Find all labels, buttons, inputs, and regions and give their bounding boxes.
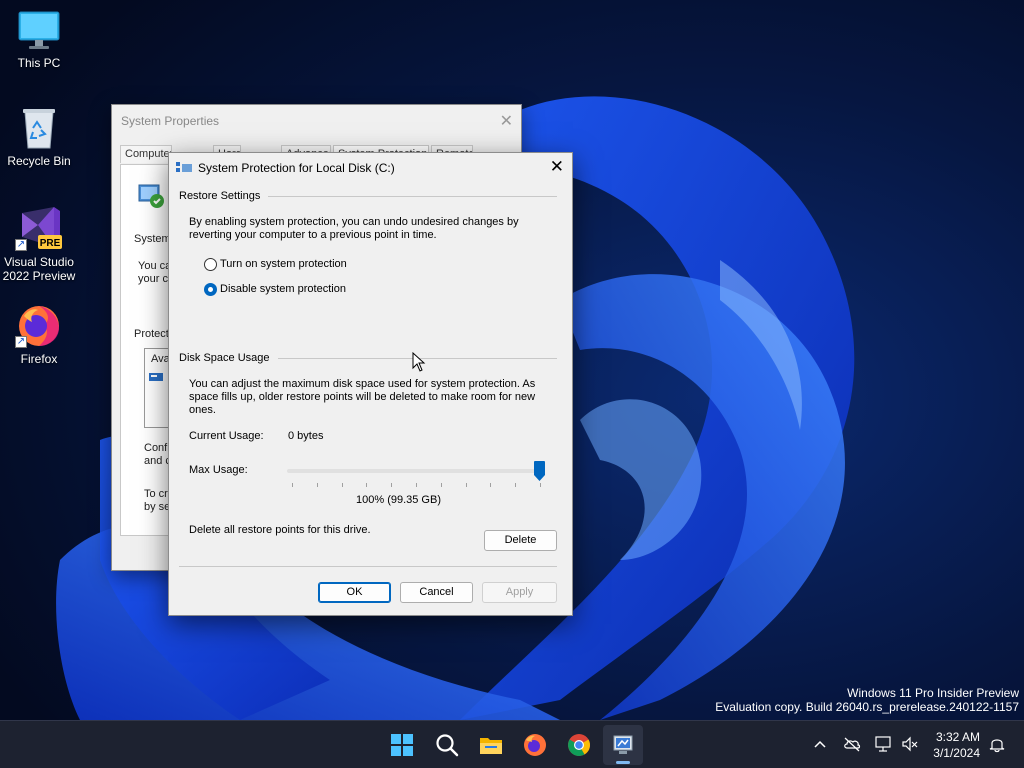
close-button[interactable]: ✕ [550, 157, 564, 177]
section-heading: System [134, 233, 170, 245]
firefox-icon [524, 734, 546, 756]
monitor-icon [18, 11, 60, 49]
start-button[interactable] [382, 725, 422, 765]
restore-description: By enabling system protection, you can u… [189, 216, 519, 241]
max-usage-slider-thumb[interactable] [534, 461, 545, 481]
footer-divider [179, 566, 557, 567]
max-usage-slider-track[interactable] [287, 469, 545, 473]
current-usage-value: 0 bytes [288, 430, 324, 442]
desktop-icon-recycle-bin[interactable]: Recycle Bin [1, 106, 77, 168]
chevron-up-icon[interactable] [814, 739, 826, 749]
create-text: To cr [144, 488, 168, 500]
configure-text: and c [144, 455, 170, 467]
recycle-bin-icon [23, 109, 55, 149]
radio-label: Turn on system protection [220, 258, 347, 270]
preview-badge: PRE [39, 238, 61, 249]
slider-tick [292, 483, 293, 487]
restore-settings-heading: Restore Settings [179, 190, 269, 202]
slider-tick [540, 483, 541, 487]
watermark-build: Evaluation copy. Build 26040.rs_prerelea… [715, 700, 1019, 714]
slider-tick [490, 483, 492, 487]
desktop-icon-this-pc[interactable]: This PC [1, 10, 77, 70]
description-line: your co [138, 273, 170, 285]
tab-computer-name[interactable]: Computer Name [120, 145, 172, 163]
desktop-icon-label: Visual Studio 2022 Preview [2, 255, 76, 283]
desktop-icon-firefox[interactable]: ↗ Firefox [1, 302, 77, 366]
running-indicator [616, 761, 630, 764]
shortcut-arrow-icon: ↗ [15, 239, 27, 251]
ok-button[interactable]: OK [318, 582, 391, 603]
chrome-taskbar-button[interactable] [559, 725, 599, 765]
system-protection-icon [138, 184, 164, 208]
slider-tick [515, 483, 517, 487]
description-line: You ca [138, 260, 170, 272]
slider-tick [440, 483, 442, 487]
radio-label: Disable system protection [220, 283, 346, 295]
onedrive-offline-icon[interactable] [843, 735, 861, 753]
system-protection-dialog[interactable]: System Protection for Local Disk (C:) ✕ … [168, 152, 573, 616]
apply-button[interactable]: Apply [482, 582, 557, 603]
slider-tick [416, 483, 417, 487]
system-properties-icon [613, 735, 633, 754]
search-button[interactable] [427, 725, 467, 765]
radio-turn-on-protection[interactable]: Turn on system protection [204, 256, 347, 272]
disk-space-heading: Disk Space Usage [179, 352, 278, 364]
drive-icon [149, 373, 163, 381]
start-icon [391, 734, 413, 756]
window-title: System Properties [121, 114, 220, 128]
dialog-title-icon [176, 162, 192, 172]
close-button[interactable]: ✕ [500, 111, 513, 131]
slider-tick [341, 483, 343, 487]
slider-tick [366, 483, 368, 487]
clock-date: 3/1/2024 [933, 746, 980, 760]
slider-tick [316, 483, 318, 487]
file-explorer-icon [480, 738, 502, 754]
search-icon [436, 734, 459, 757]
delete-button[interactable]: Delete [484, 530, 557, 551]
radio-disable-protection[interactable]: Disable system protection [204, 281, 346, 297]
shortcut-arrow-icon: ↗ [15, 336, 27, 348]
radio-button[interactable] [204, 257, 217, 271]
taskbar: 3:32 AM 3/1/2024 [0, 720, 1024, 768]
desktop-icon-label: This PC [17, 56, 61, 70]
desktop-icon-visual-studio[interactable]: PRE ↗ Visual Studio 2022 Preview [1, 203, 77, 283]
desktop-icon-label: Firefox [20, 352, 58, 366]
cancel-button[interactable]: Cancel [400, 582, 473, 603]
radio-button[interactable] [204, 282, 217, 296]
volume-muted-icon[interactable] [901, 735, 919, 753]
evaluation-watermark: Windows 11 Pro Insider Preview Evaluatio… [715, 686, 1019, 714]
system-properties-taskbar-button[interactable] [603, 725, 643, 765]
chrome-icon [568, 734, 590, 756]
firefox-taskbar-button[interactable] [515, 725, 555, 765]
slider-tick [391, 483, 393, 487]
disk-description: You can adjust the maximum disk space us… [189, 378, 536, 416]
protection-settings-label: Protecti [134, 328, 170, 340]
mouse-cursor-icon [412, 352, 426, 372]
desktop-icon-label: Recycle Bin [7, 154, 71, 168]
configure-text: Confi [144, 442, 170, 454]
create-text: by se [144, 501, 170, 513]
max-usage-label: Max Usage: [189, 464, 248, 476]
delete-description: Delete all restore points for this drive… [189, 524, 371, 536]
file-explorer-button[interactable] [471, 725, 511, 765]
max-usage-value: 100% (99.35 GB) [356, 494, 441, 506]
watermark-edition: Windows 11 Pro Insider Preview [847, 686, 1019, 700]
notification-bell-icon[interactable] [988, 735, 1006, 753]
slider-tick [465, 483, 467, 487]
clock[interactable]: 3:32 AM 3/1/2024 [933, 729, 980, 761]
clock-time: 3:32 AM [935, 730, 980, 744]
network-icon[interactable] [874, 735, 892, 753]
current-usage-label: Current Usage: [189, 430, 264, 442]
dialog-title: System Protection for Local Disk (C:) [198, 161, 395, 175]
